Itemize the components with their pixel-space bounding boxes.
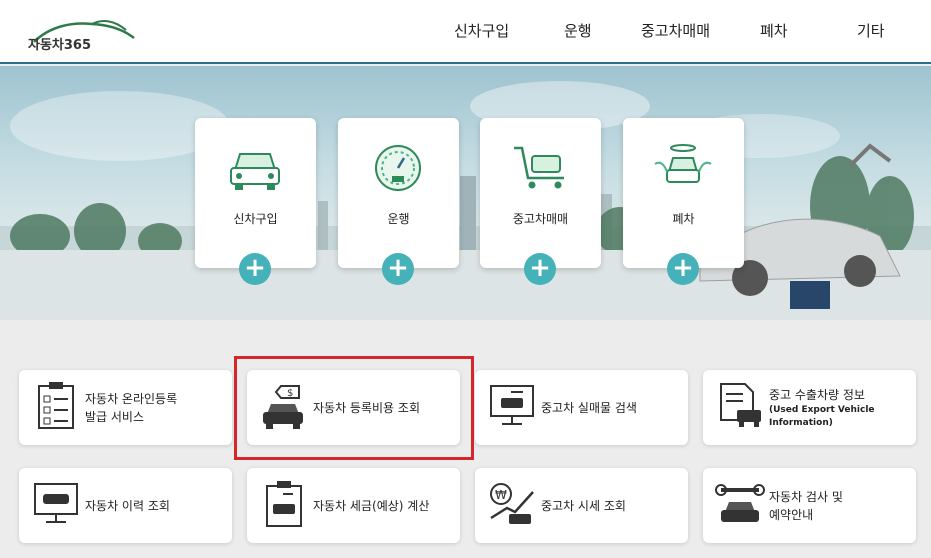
service-label: 자동차 세금(예상) 계산 xyxy=(313,498,430,513)
site-header: 자동차365 신차구입 운행 중고차매매 폐차 기타 xyxy=(0,0,931,64)
service-used-car-search[interactable]: 중고차 실매물 검색 xyxy=(475,370,688,445)
service-inspection-booking[interactable]: 자동차 검사 및 예약안내 xyxy=(703,468,916,543)
hero-card-new-car[interactable]: 신차구입 + xyxy=(195,118,316,285)
nav-etc[interactable]: 기타 xyxy=(857,20,885,41)
new-car-icon xyxy=(230,153,280,190)
angel-car-icon xyxy=(654,144,712,183)
checklist-icon xyxy=(38,382,74,429)
nav-new-car[interactable]: 신차구입 xyxy=(454,20,509,41)
hero-card-scrap[interactable]: 폐차 + xyxy=(623,118,744,285)
logo-text[interactable]: 자동차365 xyxy=(28,34,91,53)
service-tax-calculation[interactable]: 자동차 세금(예상) 계산 xyxy=(247,468,460,543)
hero-background-illustration xyxy=(0,81,931,320)
service-label: 중고차 시세 조회 xyxy=(541,498,626,513)
nav-used-car[interactable]: 중고차매매 xyxy=(641,20,710,41)
hero-banner xyxy=(0,66,931,320)
service-registration-cost[interactable]: $ 자동차 등록비용 조회 xyxy=(247,370,460,445)
service-vehicle-history[interactable]: 자동차 이력 조회 xyxy=(19,468,232,543)
plus-icon[interactable]: + xyxy=(524,253,556,285)
hero-card-label: 중고차매매 xyxy=(512,212,569,226)
svg-text:₩: ₩ xyxy=(495,488,507,502)
service-used-car-price[interactable]: ₩ 중고차 시세 조회 xyxy=(475,468,688,543)
plus-icon[interactable]: + xyxy=(239,253,271,285)
plus-icon[interactable]: + xyxy=(667,253,699,285)
tax-clipboard-icon xyxy=(266,481,302,527)
wrench-car-icon xyxy=(715,484,765,522)
service-export-vehicle-info[interactable]: 중고 수출차량 정보 (Used Export Vehicle Informat… xyxy=(703,370,916,445)
hero-card-label: 신차구입 xyxy=(233,212,278,226)
service-label: 자동차 등록비용 조회 xyxy=(313,400,420,415)
service-label: 중고차 실매물 검색 xyxy=(541,400,637,415)
plus-icon[interactable]: + xyxy=(382,253,414,285)
won-trend-icon: ₩ xyxy=(490,483,534,524)
nav-driving[interactable]: 운행 xyxy=(564,20,592,41)
hero-card-label: 운행 xyxy=(387,212,410,226)
hero-card-driving[interactable]: 운행 + xyxy=(338,118,459,285)
service-label: 자동차 온라인등록 발급 서비스 xyxy=(85,391,178,424)
hero-card-used-car[interactable]: 중고차매매 + xyxy=(480,118,601,285)
service-label: 자동차 이력 조회 xyxy=(85,498,170,513)
nav-scrap[interactable]: 폐차 xyxy=(760,20,788,41)
monitor-car-icon xyxy=(490,385,534,425)
car-price-tag-icon: $ xyxy=(263,385,303,429)
cart-car-icon xyxy=(514,146,564,189)
history-monitor-icon xyxy=(34,483,78,523)
hero-card-label: 폐차 xyxy=(672,212,695,226)
service-online-registration[interactable]: 자동차 온라인등록 발급 서비스 xyxy=(19,370,232,445)
service-label: 자동차 검사 및 예약안내 xyxy=(769,489,843,522)
document-car-icon xyxy=(720,383,761,427)
svg-text:$: $ xyxy=(287,388,293,399)
speedometer-icon xyxy=(375,145,421,191)
service-label: 중고 수출차량 정보 (Used Export Vehicle Informat… xyxy=(769,387,875,428)
